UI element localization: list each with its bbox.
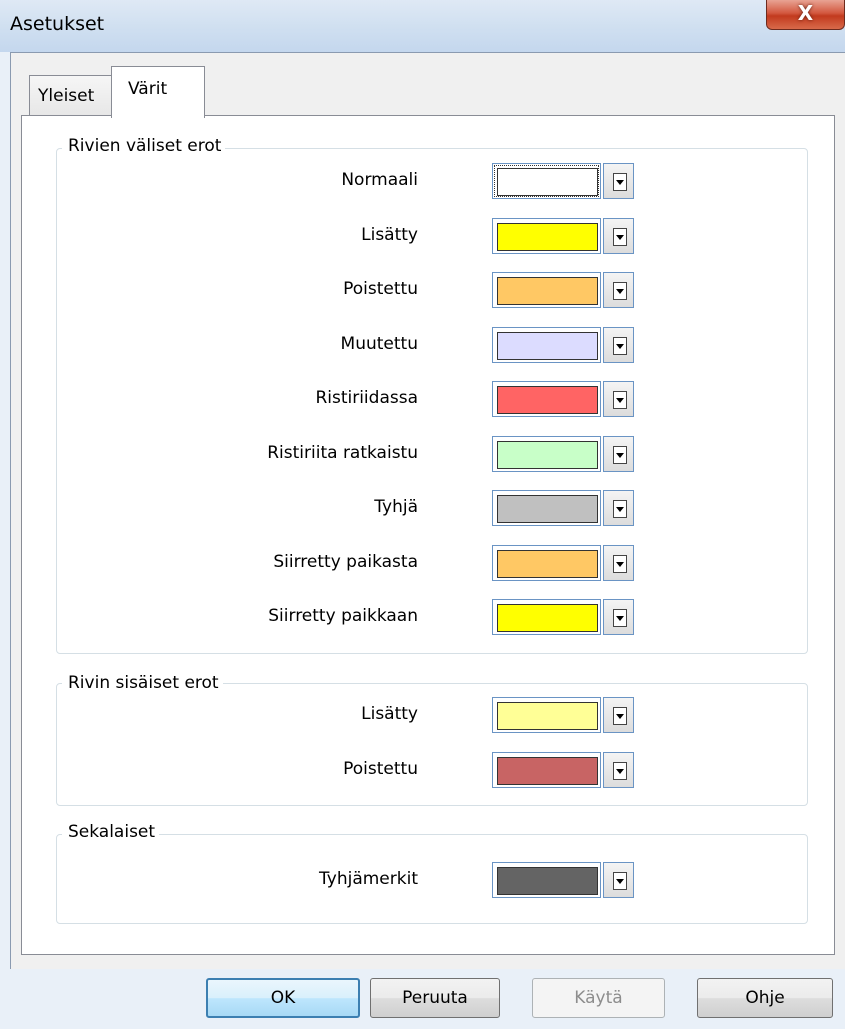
- color-picker[interactable]: [492, 327, 635, 363]
- tab-yleiset[interactable]: Yleiset: [29, 75, 113, 115]
- color-swatch: [497, 441, 598, 469]
- color-swatch: [497, 495, 598, 523]
- dropdown-button[interactable]: [603, 752, 634, 788]
- color-label: Tyhjä: [374, 497, 418, 517]
- chevron-down-icon: [613, 500, 627, 518]
- apply-button[interactable]: Käytä: [532, 978, 665, 1018]
- chevron-down-icon: [613, 391, 627, 409]
- cancel-button[interactable]: Peruuta: [370, 978, 500, 1018]
- color-swatch: [497, 332, 598, 360]
- dropdown-button[interactable]: [603, 697, 634, 733]
- title-bar: Asetukset X: [0, 0, 845, 52]
- dropdown-button[interactable]: [603, 436, 634, 472]
- color-display[interactable]: [492, 436, 601, 472]
- color-picker[interactable]: [492, 163, 635, 199]
- help-button[interactable]: Ohje: [697, 978, 833, 1018]
- dropdown-button[interactable]: [603, 381, 634, 417]
- color-picker[interactable]: [492, 218, 635, 254]
- group-title-line-diffs: Rivien väliset erot: [62, 136, 226, 156]
- color-swatch: [497, 168, 598, 196]
- dropdown-button[interactable]: [603, 327, 634, 363]
- chevron-down-icon: [613, 762, 627, 780]
- color-picker[interactable]: [492, 272, 635, 308]
- dropdown-button[interactable]: [603, 163, 634, 199]
- color-label: Tyhjämerkit: [319, 869, 418, 889]
- chevron-down-icon: [613, 609, 627, 627]
- color-picker[interactable]: [492, 436, 635, 472]
- color-display[interactable]: [492, 490, 601, 526]
- color-picker[interactable]: [492, 697, 635, 733]
- color-swatch: [497, 604, 598, 632]
- color-picker[interactable]: [492, 752, 635, 788]
- color-label: Poistettu: [343, 759, 418, 779]
- dropdown-button[interactable]: [603, 862, 634, 898]
- color-picker[interactable]: [492, 490, 635, 526]
- color-display[interactable]: [492, 599, 601, 635]
- color-picker[interactable]: [492, 599, 635, 635]
- color-display[interactable]: [492, 545, 601, 581]
- chevron-down-icon: [613, 228, 627, 246]
- color-picker[interactable]: [492, 545, 635, 581]
- color-label: Ristiriidassa: [315, 388, 418, 408]
- dropdown-button[interactable]: [603, 545, 634, 581]
- color-label: Siirretty paikasta: [273, 552, 418, 572]
- color-label: Ristiriita ratkaistu: [267, 443, 418, 463]
- color-display[interactable]: [492, 327, 601, 363]
- group-title-inline-diffs: Rivin sisäiset erot: [62, 673, 223, 693]
- color-swatch: [497, 867, 598, 895]
- dropdown-button[interactable]: [603, 490, 634, 526]
- chevron-down-icon: [613, 282, 627, 300]
- color-label: Lisätty: [361, 225, 418, 245]
- chevron-down-icon: [613, 707, 627, 725]
- chevron-down-icon: [613, 173, 627, 191]
- color-swatch: [497, 550, 598, 578]
- window-title: Asetukset: [10, 13, 105, 35]
- tab-varit[interactable]: Värit: [111, 66, 205, 118]
- close-button[interactable]: X: [766, 0, 845, 30]
- group-title-misc: Sekalaiset: [62, 822, 160, 842]
- color-label: Normaali: [341, 170, 418, 190]
- color-label: Muutettu: [340, 334, 418, 354]
- color-label: Lisätty: [361, 704, 418, 724]
- dropdown-button[interactable]: [603, 218, 634, 254]
- dropdown-button[interactable]: [603, 272, 634, 308]
- tab-label: Yleiset: [38, 86, 95, 106]
- dropdown-button[interactable]: [603, 599, 634, 635]
- tab-label: Värit: [128, 79, 168, 99]
- color-swatch: [497, 757, 598, 785]
- color-display[interactable]: [492, 381, 601, 417]
- color-display[interactable]: [492, 697, 601, 733]
- color-display[interactable]: [492, 272, 601, 308]
- color-picker[interactable]: [492, 862, 635, 898]
- color-label: Siirretty paikkaan: [268, 606, 418, 626]
- color-display[interactable]: [492, 752, 601, 788]
- ok-button[interactable]: OK: [206, 978, 360, 1018]
- chevron-down-icon: [613, 555, 627, 573]
- color-display[interactable]: [492, 163, 601, 199]
- color-swatch: [497, 223, 598, 251]
- color-picker[interactable]: [492, 381, 635, 417]
- color-swatch: [497, 702, 598, 730]
- chevron-down-icon: [613, 446, 627, 464]
- group-inline-diffs: [56, 683, 808, 806]
- chevron-down-icon: [613, 872, 627, 890]
- color-swatch: [497, 277, 598, 305]
- color-swatch: [497, 386, 598, 414]
- color-label: Poistettu: [343, 279, 418, 299]
- close-icon: X: [797, 1, 814, 25]
- color-display[interactable]: [492, 862, 601, 898]
- color-display[interactable]: [492, 218, 601, 254]
- chevron-down-icon: [613, 337, 627, 355]
